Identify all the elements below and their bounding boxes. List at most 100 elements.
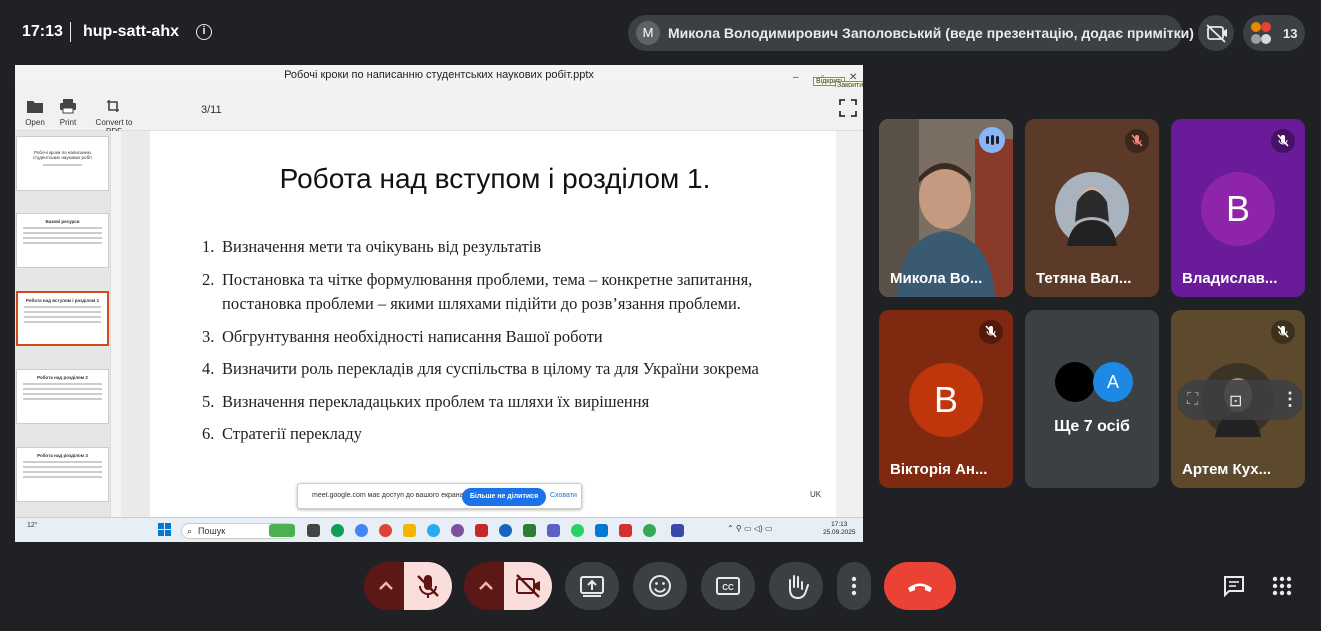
camera-off-icon [516, 574, 540, 598]
participant-name: Микола Во... [890, 270, 983, 287]
call-controls: CC [354, 550, 968, 622]
more-options-icon[interactable]: ⋮ [1281, 389, 1299, 410]
thumbnail-line [24, 321, 101, 323]
taskbar-clock[interactable]: 17:13 25.09.2025 [823, 521, 856, 537]
participant-count: 13 [1283, 26, 1298, 41]
pin-icon[interactable]: ⊡ [1229, 391, 1242, 411]
taskbar-app-icon[interactable] [269, 524, 295, 537]
frame-icon[interactable]: ⛶ [1187, 391, 1198, 409]
hand-icon [789, 575, 809, 600]
minimize-icon[interactable]: – [793, 68, 799, 88]
weather-widget[interactable]: 12° [27, 522, 38, 529]
activities-button[interactable] [1258, 562, 1306, 610]
taskbar-app-icon[interactable] [355, 524, 368, 537]
info-icon[interactable]: i [196, 24, 212, 40]
whatsapp-icon[interactable] [571, 524, 584, 537]
slide-thumbnail[interactable]: Базові ресурси [16, 213, 109, 268]
folder-icon [27, 101, 43, 113]
teams-icon[interactable] [547, 524, 560, 537]
mic-toggle-button[interactable] [404, 562, 452, 610]
print-button[interactable]: Print [55, 97, 81, 127]
participant-mini-avatar [1251, 34, 1261, 44]
open-button[interactable]: Open [21, 97, 49, 127]
thumbnail-line [43, 164, 82, 166]
search-icon: ⌕ [187, 526, 193, 536]
window-titlebar: Робочі кроки по написанню студентських н… [15, 65, 863, 87]
participant-avatar: В [1201, 172, 1275, 246]
shared-screen: Робочі кроки по написанню студентських н… [15, 65, 863, 542]
folder-icon[interactable] [403, 524, 416, 537]
present-screen-button[interactable] [565, 562, 619, 610]
slide-list: 1. Визначення мети та очікувань від резул… [202, 235, 802, 455]
raise-hand-button[interactable] [769, 562, 823, 610]
thumbnail-scrollbar[interactable] [110, 131, 121, 517]
participants-button[interactable]: 13 [1243, 15, 1305, 51]
telegram-icon[interactable] [427, 524, 440, 537]
taskbar-app-icon[interactable] [595, 524, 608, 537]
camera-options-button[interactable] [464, 562, 504, 610]
participant-mini-avatar [1251, 22, 1261, 32]
chat-button[interactable] [1210, 562, 1258, 610]
pdf-icon[interactable] [619, 524, 632, 537]
speaking-indicator [979, 127, 1005, 153]
thumbnail-line [23, 383, 102, 385]
camera-toggle-button[interactable] [504, 562, 552, 610]
chrome-icon[interactable] [379, 524, 392, 537]
thumbnail-line [23, 393, 102, 395]
muted-mic-icon [1271, 129, 1295, 153]
participant-avatar: А [1093, 362, 1133, 402]
taskbar-app-icon[interactable] [307, 524, 320, 537]
slide-thumbnail[interactable]: Робочі кроки по написанню студентських н… [16, 136, 109, 191]
reactions-button[interactable] [633, 562, 687, 610]
captions-button[interactable]: CC [701, 562, 755, 610]
taskbar-app-icon[interactable] [331, 524, 344, 537]
list-item: 2. Постановка та чітке формулювання пробл… [202, 269, 753, 314]
camera-off-icon[interactable] [1198, 15, 1234, 51]
participant-tile[interactable]: В Владислав... [1171, 119, 1305, 297]
fullscreen-icon[interactable] [839, 99, 857, 117]
participant-tile[interactable]: ⛶ ⊡ ⋮ Артем Кух... [1171, 310, 1305, 488]
hide-button[interactable]: Сховати [550, 492, 577, 499]
mic-options-button[interactable] [364, 562, 404, 610]
language-indicator: UK [810, 490, 822, 499]
slide-scrollbar[interactable] [836, 131, 863, 517]
list-item: 6. Стратегії перекладу [202, 424, 362, 443]
participant-tile[interactable]: В Вікторія Ан... [879, 310, 1013, 488]
slide-thumbnail-selected[interactable]: Робота над вступом і розділом 1 [16, 291, 109, 346]
taskbar-app-icon[interactable] [643, 524, 656, 537]
stop-sharing-button[interactable]: Більше не ділитися [462, 488, 546, 506]
participant-tile[interactable]: Микола Во... [879, 119, 1013, 297]
presenter-banner[interactable]: М Микола Володимирович Заполовський (вед… [628, 15, 1194, 51]
participant-name: Тетяна Вал... [1036, 270, 1132, 287]
leave-call-button[interactable] [884, 562, 956, 610]
slide-thumbnails: Робочі кроки по написанню студентських н… [15, 131, 121, 517]
thumbnail-line [24, 311, 101, 313]
viber-icon[interactable] [451, 524, 464, 537]
more-vert-icon [851, 576, 857, 596]
top-bar: 17:13 hup-satt-ahx i М Микола Володимиро… [0, 0, 1321, 64]
thumbnail-line [23, 232, 102, 234]
participant-avatar: В [909, 363, 983, 437]
participant-name: Артем Кух... [1182, 461, 1272, 478]
participant-tile[interactable]: Тетяна Вал... [1025, 119, 1159, 297]
tile-hover-controls: ⛶ ⊡ ⋮ [1177, 380, 1303, 420]
taskbar-app-icon[interactable] [475, 524, 488, 537]
tray-icons[interactable]: ⌃ ⚲ ▭ ◁) ▭ [727, 524, 772, 533]
muted-mic-icon [1271, 320, 1295, 344]
thumbnail-line [23, 471, 102, 473]
taskbar-app-icon[interactable] [499, 524, 512, 537]
slide-thumbnail[interactable]: Робота над розділом 2 [16, 369, 109, 424]
sharing-notification: meet.google.com має доступ до вашого екр… [297, 483, 582, 509]
more-participants-tile[interactable]: А Ще 7 осіб [1025, 310, 1159, 488]
participant-avatar [1055, 172, 1129, 246]
taskbar-app-icon[interactable] [523, 524, 536, 537]
list-item: 5. Визначення перекладацьких проблем та ш… [202, 391, 650, 411]
windows-start-icon[interactable] [158, 523, 172, 537]
more-options-button[interactable] [837, 562, 871, 610]
muted-mic-icon [1125, 129, 1149, 153]
participant-name: Владислав... [1182, 270, 1278, 287]
apps-grid-icon [1272, 576, 1292, 596]
slide-thumbnail[interactable]: Робота над розділом 3 [16, 447, 109, 502]
taskbar-app-icon[interactable] [671, 524, 684, 537]
hang-up-icon [908, 583, 932, 592]
